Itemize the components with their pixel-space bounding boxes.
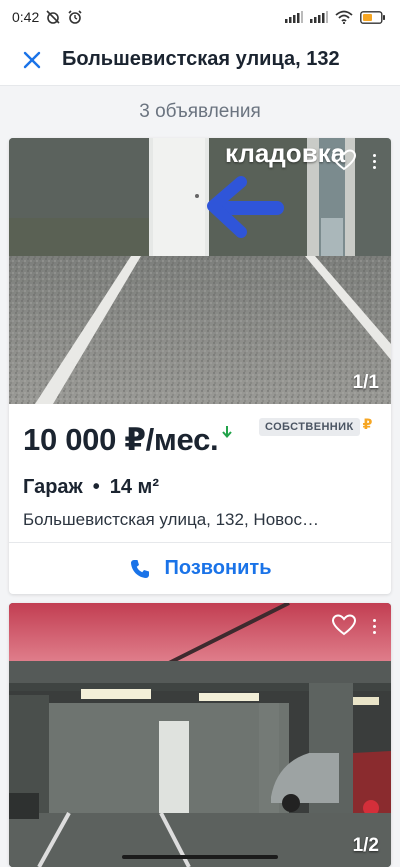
listing-photo[interactable]: 1/2	[9, 603, 391, 867]
more-dot-icon	[372, 630, 376, 634]
listing-price: 10 000 ₽/мес.	[23, 422, 219, 457]
listing-area: 14 м²	[109, 476, 159, 498]
signal-icon	[310, 11, 328, 23]
favorite-button[interactable]	[331, 613, 357, 639]
close-icon	[23, 51, 41, 68]
listing-type-area: Гараж • 14 м²	[23, 476, 159, 499]
listing-address: Большевистская улица, 132, Новос…	[23, 510, 319, 529]
owner-badge: СОБСТВЕННИК	[259, 418, 360, 436]
more-options-button[interactable]	[367, 615, 381, 637]
call-button[interactable]: Позвонить	[9, 543, 391, 594]
close-button[interactable]	[18, 46, 46, 74]
heart-icon	[331, 614, 357, 636]
separator-dot: •	[92, 476, 100, 498]
phone-icon	[130, 559, 149, 578]
status-right	[285, 10, 386, 24]
favorite-button[interactable]	[331, 148, 357, 174]
more-dot-icon	[372, 618, 376, 622]
heart-icon	[331, 149, 357, 171]
photo-counter: 1/2	[352, 835, 379, 856]
garage-photo-image	[9, 603, 391, 867]
listing-card[interactable]: 1/2	[9, 603, 391, 867]
more-dot-icon	[372, 165, 376, 169]
listing-photo[interactable]: кладовка 1/1	[9, 138, 391, 404]
top-app-bar: Большевистская улица, 132	[0, 34, 400, 86]
price-down-arrow-icon	[222, 426, 233, 438]
ruble-badge-icon: ₽	[362, 416, 373, 432]
more-dot-icon	[372, 624, 376, 628]
photo-caption: кладовка	[225, 138, 346, 168]
signal-icon	[285, 11, 303, 23]
listing-info: 10 000 ₽/мес. СОБСТВЕННИК ₽ Гараж • 14 м² …	[9, 404, 391, 544]
alarm-off-icon	[46, 10, 60, 24]
alarm-icon	[68, 10, 82, 24]
battery-icon	[360, 10, 385, 24]
listing-type: Гараж	[23, 476, 83, 498]
more-dot-icon	[372, 159, 376, 163]
more-dot-icon	[372, 153, 376, 157]
gesture-navigation-bar[interactable]	[122, 855, 278, 859]
wifi-icon	[335, 10, 353, 24]
listing-count: 3 объявления	[139, 101, 261, 122]
status-time: 0:42	[12, 9, 40, 25]
price-row: 10 000 ₽/мес.	[23, 422, 233, 458]
garage-photo-image	[9, 138, 391, 404]
status-left: 0:42	[12, 9, 83, 25]
photo-counter: 1/1	[352, 372, 379, 393]
more-options-button[interactable]	[367, 150, 381, 172]
status-bar: 0:42	[0, 0, 400, 34]
listing-card[interactable]: кладовка 1/1 10 000 ₽/мес. СОБСТВЕННИК ₽…	[9, 138, 391, 594]
call-button-label: Позвонить	[164, 557, 272, 579]
page-title: Большевистская улица, 132	[62, 48, 340, 70]
